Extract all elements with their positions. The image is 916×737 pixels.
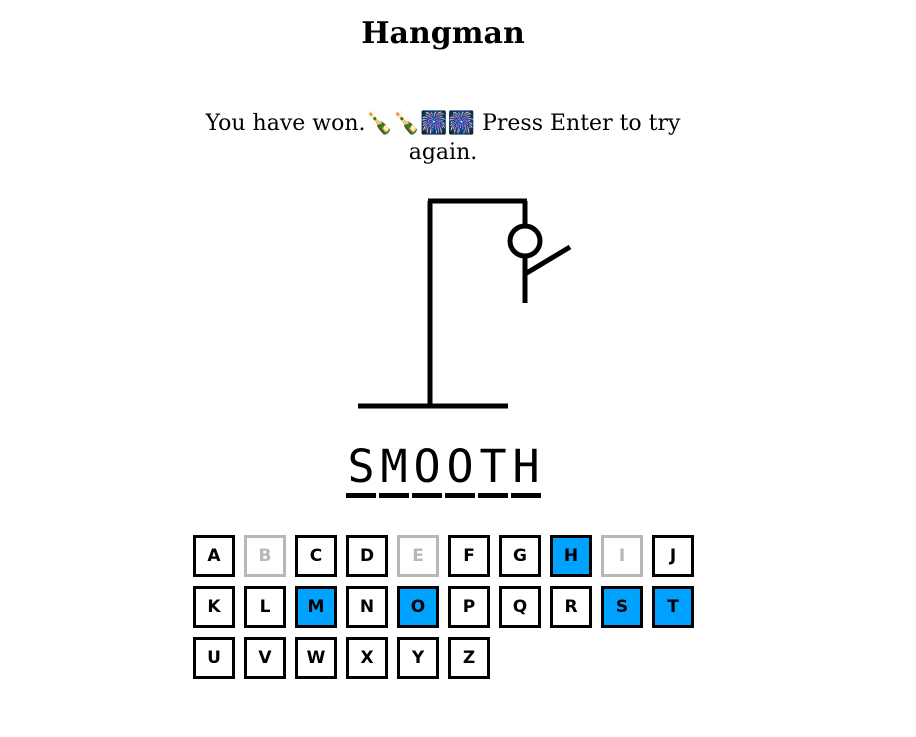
letter-key-o: O bbox=[397, 586, 439, 628]
letter-key-z[interactable]: Z bbox=[448, 637, 490, 679]
letter-keyboard: ABCDEFGHIJ KLMNOPQRST UVWXYZ bbox=[193, 535, 713, 679]
letter-key-m: M bbox=[295, 586, 337, 628]
letter-key-x[interactable]: X bbox=[346, 637, 388, 679]
word-letter: O bbox=[412, 442, 442, 498]
letter-key-i: I bbox=[601, 535, 643, 577]
letter-key-q[interactable]: Q bbox=[499, 586, 541, 628]
hangman-drawing bbox=[358, 198, 572, 409]
letter-key-b: B bbox=[244, 535, 286, 577]
letter-key-p[interactable]: P bbox=[448, 586, 490, 628]
letter-key-v[interactable]: V bbox=[244, 637, 286, 679]
word-letter: T bbox=[478, 442, 508, 498]
letter-key-u[interactable]: U bbox=[193, 637, 235, 679]
status-message: You have won.🍾🍾🎆🎆 Press Enter to try aga… bbox=[205, 111, 681, 165]
word-letter: S bbox=[346, 442, 376, 498]
letter-key-r[interactable]: R bbox=[550, 586, 592, 628]
letter-key-d[interactable]: D bbox=[346, 535, 388, 577]
hangman-head bbox=[507, 223, 543, 259]
letter-key-f[interactable]: F bbox=[448, 535, 490, 577]
word-letter: H bbox=[511, 442, 541, 498]
letter-key-n[interactable]: N bbox=[346, 586, 388, 628]
letter-key-w[interactable]: W bbox=[295, 637, 337, 679]
letter-key-c[interactable]: C bbox=[295, 535, 337, 577]
letter-key-s: S bbox=[601, 586, 643, 628]
word-letter: M bbox=[379, 442, 409, 498]
letter-key-t: T bbox=[652, 586, 694, 628]
page-title: Hangman bbox=[361, 16, 525, 51]
letter-key-g[interactable]: G bbox=[499, 535, 541, 577]
letter-key-l[interactable]: L bbox=[244, 586, 286, 628]
letter-key-y[interactable]: Y bbox=[397, 637, 439, 679]
word-display: SMOOTH bbox=[346, 442, 541, 498]
letter-key-a[interactable]: A bbox=[193, 535, 235, 577]
letter-key-h: H bbox=[550, 535, 592, 577]
letter-key-j[interactable]: J bbox=[652, 535, 694, 577]
word-letter: O bbox=[445, 442, 475, 498]
letter-key-k[interactable]: K bbox=[193, 586, 235, 628]
letter-key-e: E bbox=[397, 535, 439, 577]
